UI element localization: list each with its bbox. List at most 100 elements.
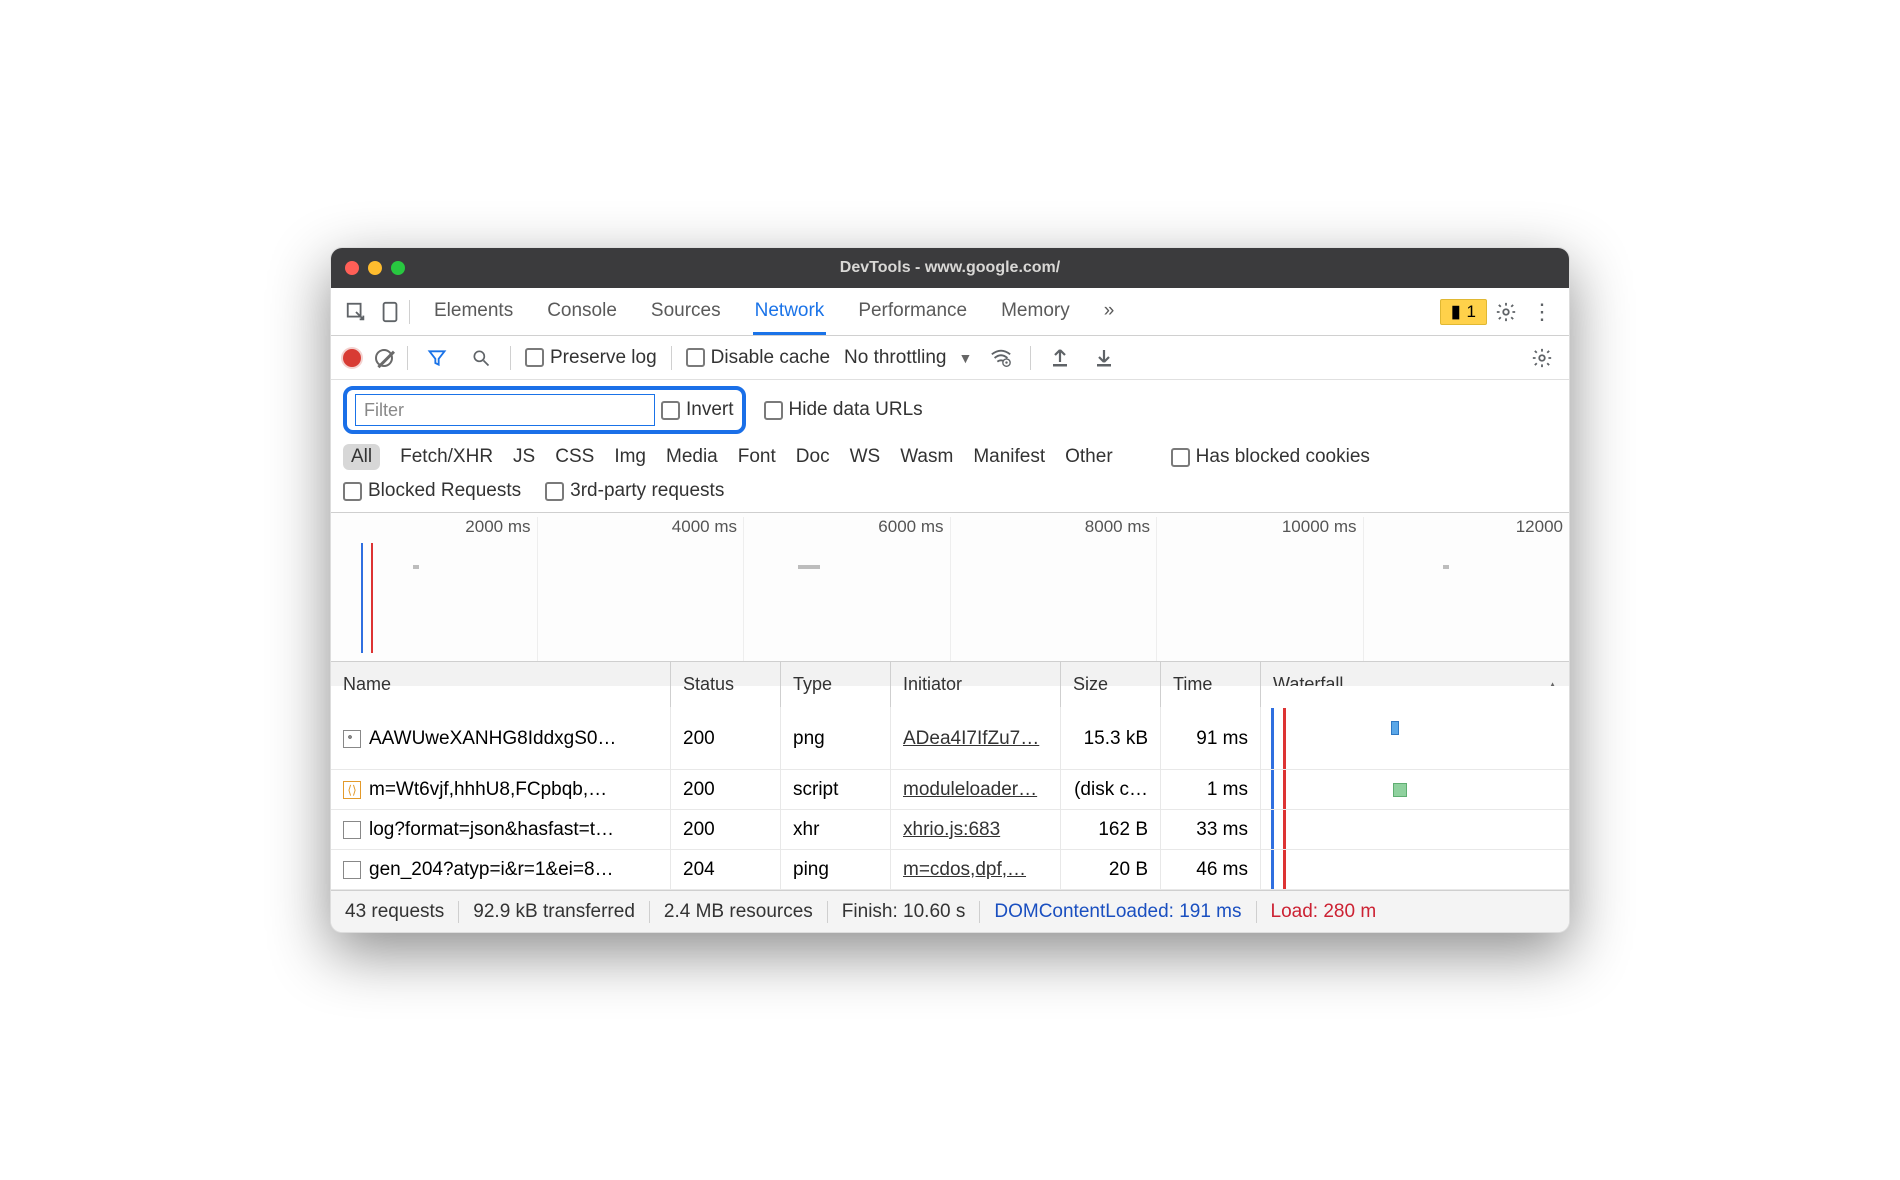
type-ws[interactable]: WS bbox=[850, 446, 881, 468]
dcl-line bbox=[1271, 770, 1274, 809]
time-cell: 1 ms bbox=[1161, 770, 1261, 809]
search-icon[interactable] bbox=[466, 343, 496, 373]
col-time[interactable]: Time bbox=[1161, 662, 1261, 707]
tab-sources[interactable]: Sources bbox=[649, 290, 723, 334]
import-har-icon[interactable] bbox=[1045, 343, 1075, 373]
request-mark bbox=[1443, 565, 1449, 569]
has-blocked-cookies-checkbox[interactable]: Has blocked cookies bbox=[1171, 446, 1370, 468]
blocked-requests-checkbox[interactable]: Blocked Requests bbox=[343, 480, 521, 502]
col-status[interactable]: Status bbox=[671, 662, 781, 707]
file-type-icon bbox=[343, 861, 361, 879]
table-row[interactable]: log?format=json&hasfast=t… 200 xhr xhrio… bbox=[331, 810, 1569, 850]
load-marker bbox=[371, 543, 373, 653]
filter-input[interactable] bbox=[355, 394, 655, 426]
status-cell: 200 bbox=[671, 810, 781, 849]
load-line bbox=[1283, 708, 1286, 769]
throttling-value: No throttling bbox=[844, 347, 946, 369]
preserve-log-checkbox[interactable]: Preserve log bbox=[525, 347, 657, 369]
inspect-element-icon[interactable] bbox=[341, 297, 371, 327]
col-type[interactable]: Type bbox=[781, 662, 891, 707]
tab-performance[interactable]: Performance bbox=[856, 290, 969, 334]
request-name: log?format=json&hasfast=t… bbox=[369, 819, 614, 841]
table-row[interactable]: ⟨⟩m=Wt6vjf,hhhU8,FCpbqb,… 200 script mod… bbox=[331, 770, 1569, 810]
settings-icon[interactable] bbox=[1491, 297, 1521, 327]
type-wasm[interactable]: Wasm bbox=[900, 446, 953, 468]
warning-count: 1 bbox=[1467, 302, 1476, 322]
minimize-window-button[interactable] bbox=[368, 261, 382, 275]
request-name: AAWUweXANHG8IddxgS0… bbox=[369, 728, 616, 750]
tab-network[interactable]: Network bbox=[753, 290, 827, 335]
waterfall-cell bbox=[1261, 770, 1569, 809]
waterfall-cell bbox=[1261, 810, 1569, 849]
type-all[interactable]: All bbox=[343, 444, 380, 470]
initiator-link[interactable]: xhrio.js:683 bbox=[903, 819, 1000, 841]
file-type-icon bbox=[343, 821, 361, 839]
type-css[interactable]: CSS bbox=[555, 446, 594, 468]
separator bbox=[649, 901, 650, 923]
separator bbox=[1030, 346, 1031, 370]
clear-button[interactable] bbox=[375, 349, 393, 367]
waterfall-bar bbox=[1393, 783, 1407, 797]
type-media[interactable]: Media bbox=[666, 446, 718, 468]
col-initiator[interactable]: Initiator bbox=[891, 662, 1061, 707]
type-cell: ping bbox=[781, 850, 891, 889]
third-party-label: 3rd-party requests bbox=[570, 480, 724, 502]
network-conditions-icon[interactable] bbox=[986, 343, 1016, 373]
type-fetch-xhr[interactable]: Fetch/XHR bbox=[400, 446, 493, 468]
tab-elements[interactable]: Elements bbox=[432, 290, 515, 334]
device-toolbar-icon[interactable] bbox=[375, 297, 405, 327]
type-js[interactable]: JS bbox=[513, 446, 535, 468]
separator bbox=[1256, 901, 1257, 923]
type-doc[interactable]: Doc bbox=[796, 446, 830, 468]
request-mark bbox=[413, 565, 419, 569]
col-name[interactable]: Name bbox=[331, 662, 671, 707]
size-cell: (disk c… bbox=[1061, 770, 1161, 809]
separator bbox=[458, 901, 459, 923]
hide-data-urls-checkbox[interactable]: Hide data URLs bbox=[764, 399, 923, 421]
third-party-checkbox[interactable]: 3rd-party requests bbox=[545, 480, 724, 502]
network-settings-icon[interactable] bbox=[1527, 343, 1557, 373]
size-cell: 20 B bbox=[1061, 850, 1161, 889]
separator bbox=[979, 901, 980, 923]
checkbox-icon bbox=[1171, 448, 1190, 467]
tab-overflow[interactable]: » bbox=[1102, 290, 1117, 334]
checkbox-icon bbox=[764, 401, 783, 420]
invert-checkbox[interactable]: Invert bbox=[661, 399, 734, 421]
separator bbox=[510, 346, 511, 370]
time-cell: 46 ms bbox=[1161, 850, 1261, 889]
panel-tabs-row: Elements Console Sources Network Perform… bbox=[331, 288, 1569, 336]
filter-highlight-box: Invert bbox=[343, 386, 746, 434]
preserve-log-label: Preserve log bbox=[550, 347, 657, 369]
col-size[interactable]: Size bbox=[1061, 662, 1161, 707]
initiator-link[interactable]: moduleloader… bbox=[903, 779, 1037, 801]
record-button[interactable] bbox=[343, 349, 361, 367]
filter-toggle-icon[interactable] bbox=[422, 343, 452, 373]
tab-memory[interactable]: Memory bbox=[999, 290, 1072, 334]
waterfall-cell bbox=[1261, 686, 1569, 769]
zoom-window-button[interactable] bbox=[391, 261, 405, 275]
table-row[interactable]: gen_204?atyp=i&r=1&ei=8… 204 ping m=cdos… bbox=[331, 850, 1569, 890]
disable-cache-checkbox[interactable]: Disable cache bbox=[686, 347, 830, 369]
dcl-time: DOMContentLoaded: 191 ms bbox=[994, 901, 1241, 923]
table-row[interactable]: AAWUweXANHG8IddxgS0… 200 png ADea4I7IfZu… bbox=[331, 708, 1569, 770]
type-font[interactable]: Font bbox=[738, 446, 776, 468]
type-img[interactable]: Img bbox=[614, 446, 646, 468]
warnings-badge[interactable]: ▮ 1 bbox=[1440, 299, 1487, 325]
extra-filters-row: Blocked Requests 3rd-party requests bbox=[331, 476, 1569, 512]
close-window-button[interactable] bbox=[345, 261, 359, 275]
kebab-menu-icon[interactable]: ⋮ bbox=[1525, 299, 1559, 325]
request-table-body: AAWUweXANHG8IddxgS0… 200 png ADea4I7IfZu… bbox=[331, 708, 1569, 890]
overview-timeline[interactable]: 2000 ms 4000 ms 6000 ms 8000 ms 10000 ms… bbox=[331, 512, 1569, 662]
initiator-link[interactable]: m=cdos,dpf,… bbox=[903, 859, 1026, 881]
throttling-select[interactable]: No throttling ▼ bbox=[844, 347, 972, 369]
tab-console[interactable]: Console bbox=[545, 290, 619, 334]
timeline-marks bbox=[343, 543, 1569, 653]
type-manifest[interactable]: Manifest bbox=[973, 446, 1045, 468]
filter-row: Invert Hide data URLs bbox=[331, 380, 1569, 440]
type-other[interactable]: Other bbox=[1065, 446, 1113, 468]
initiator-link[interactable]: ADea4I7IfZu7… bbox=[903, 728, 1039, 750]
requests-count: 43 requests bbox=[345, 901, 444, 923]
dcl-line bbox=[1271, 810, 1274, 849]
chevron-down-icon: ▼ bbox=[958, 350, 972, 366]
export-har-icon[interactable] bbox=[1089, 343, 1119, 373]
